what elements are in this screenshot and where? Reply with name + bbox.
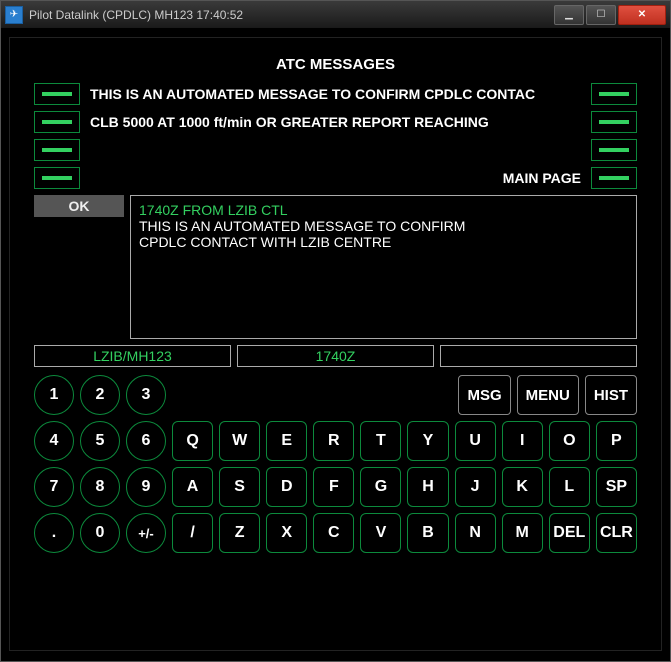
lsk-r2[interactable] — [591, 111, 637, 133]
lsk-l1[interactable] — [34, 83, 80, 105]
status-scratchpad — [440, 345, 637, 367]
lsk-r4-main-page[interactable] — [591, 167, 637, 189]
key-2[interactable]: 2 — [80, 375, 120, 415]
lsk-l3[interactable] — [34, 139, 80, 161]
ok-button[interactable]: OK — [34, 195, 124, 217]
key-w[interactable]: W — [219, 421, 260, 461]
key-f[interactable]: F — [313, 467, 354, 507]
key-t[interactable]: T — [360, 421, 401, 461]
lsk-row-1: THIS IS AN AUTOMATED MESSAGE TO CONFIRM … — [34, 83, 637, 105]
msg-line-2: CLB 5000 AT 1000 ft/min OR GREATER REPOR… — [86, 114, 585, 130]
hist-button[interactable]: HIST — [585, 375, 637, 415]
message-line-2: CPDLC CONTACT WITH LZIB CENTRE — [139, 234, 628, 250]
key-p[interactable]: P — [596, 421, 637, 461]
key-k[interactable]: K — [502, 467, 543, 507]
key-h[interactable]: H — [407, 467, 448, 507]
lsk-r1[interactable] — [591, 83, 637, 105]
lsk-r3[interactable] — [591, 139, 637, 161]
key-dot[interactable]: . — [34, 513, 74, 553]
close-button[interactable]: ✕ — [618, 5, 666, 25]
key-e[interactable]: E — [266, 421, 307, 461]
window-controls: ▁ ☐ ✕ — [554, 5, 666, 25]
status-time: 1740Z — [237, 345, 434, 367]
main-panel: ATC MESSAGES THIS IS AN AUTOMATED MESSAG… — [9, 37, 662, 651]
key-plusminus[interactable]: +/- — [126, 513, 166, 553]
key-m[interactable]: M — [502, 513, 543, 553]
key-x[interactable]: X — [266, 513, 307, 553]
page-title: ATC MESSAGES — [34, 56, 637, 73]
keyboard-top-row: 1 2 3 MSG MENU HIST — [34, 375, 637, 415]
app-icon: ✈ — [5, 6, 23, 24]
key-b[interactable]: B — [407, 513, 448, 553]
message-header: 1740Z FROM LZIB CTL — [139, 202, 628, 218]
key-d[interactable]: D — [266, 467, 307, 507]
app-window: ✈ Pilot Datalink (CPDLC) MH123 17:40:52 … — [0, 0, 671, 662]
lsk-row-2: CLB 5000 AT 1000 ft/min OR GREATER REPOR… — [34, 111, 637, 133]
window-title: Pilot Datalink (CPDLC) MH123 17:40:52 — [29, 8, 554, 22]
msg-button[interactable]: MSG — [458, 375, 510, 415]
key-v[interactable]: V — [360, 513, 401, 553]
message-body: 1740Z FROM LZIB CTL THIS IS AN AUTOMATED… — [130, 195, 637, 339]
key-a[interactable]: A — [172, 467, 213, 507]
key-y[interactable]: Y — [407, 421, 448, 461]
key-u[interactable]: U — [455, 421, 496, 461]
lsk-l4[interactable] — [34, 167, 80, 189]
key-slash[interactable]: / — [172, 513, 213, 553]
key-4[interactable]: 4 — [34, 421, 74, 461]
maximize-button[interactable]: ☐ — [586, 5, 616, 25]
lsk-row-3 — [34, 139, 637, 161]
key-6[interactable]: 6 — [126, 421, 166, 461]
key-s[interactable]: S — [219, 467, 260, 507]
key-o[interactable]: O — [549, 421, 590, 461]
status-row: LZIB/MH123 1740Z — [34, 345, 637, 367]
keyboard-row-4: . 0 +/- / Z X C V B N M DEL CLR — [34, 513, 637, 553]
key-q[interactable]: Q — [172, 421, 213, 461]
key-3[interactable]: 3 — [126, 375, 166, 415]
lsk-l2[interactable] — [34, 111, 80, 133]
key-l[interactable]: L — [549, 467, 590, 507]
msg-line-1: THIS IS AN AUTOMATED MESSAGE TO CONFIRM … — [86, 86, 585, 102]
key-0[interactable]: 0 — [80, 513, 120, 553]
menu-button[interactable]: MENU — [517, 375, 579, 415]
status-station: LZIB/MH123 — [34, 345, 231, 367]
message-line-1: THIS IS AN AUTOMATED MESSAGE TO CONFIRM — [139, 218, 628, 234]
keyboard-row-2: 4 5 6 Q W E R T Y U I O P — [34, 421, 637, 461]
key-9[interactable]: 9 — [126, 467, 166, 507]
key-clr[interactable]: CLR — [596, 513, 637, 553]
message-detail-row: OK 1740Z FROM LZIB CTL THIS IS AN AUTOMA… — [34, 195, 637, 339]
lsk-row-4: MAIN PAGE — [34, 167, 637, 189]
key-j[interactable]: J — [455, 467, 496, 507]
key-g[interactable]: G — [360, 467, 401, 507]
key-c[interactable]: C — [313, 513, 354, 553]
titlebar: ✈ Pilot Datalink (CPDLC) MH123 17:40:52 … — [1, 1, 670, 29]
key-z[interactable]: Z — [219, 513, 260, 553]
key-n[interactable]: N — [455, 513, 496, 553]
key-1[interactable]: 1 — [34, 375, 74, 415]
key-i[interactable]: I — [502, 421, 543, 461]
key-r[interactable]: R — [313, 421, 354, 461]
minimize-button[interactable]: ▁ — [554, 5, 584, 25]
main-page-label: MAIN PAGE — [86, 170, 585, 186]
keyboard-row-3: 7 8 9 A S D F G H J K L SP — [34, 467, 637, 507]
key-del[interactable]: DEL — [549, 513, 590, 553]
key-sp[interactable]: SP — [596, 467, 637, 507]
key-7[interactable]: 7 — [34, 467, 74, 507]
key-5[interactable]: 5 — [80, 421, 120, 461]
key-8[interactable]: 8 — [80, 467, 120, 507]
